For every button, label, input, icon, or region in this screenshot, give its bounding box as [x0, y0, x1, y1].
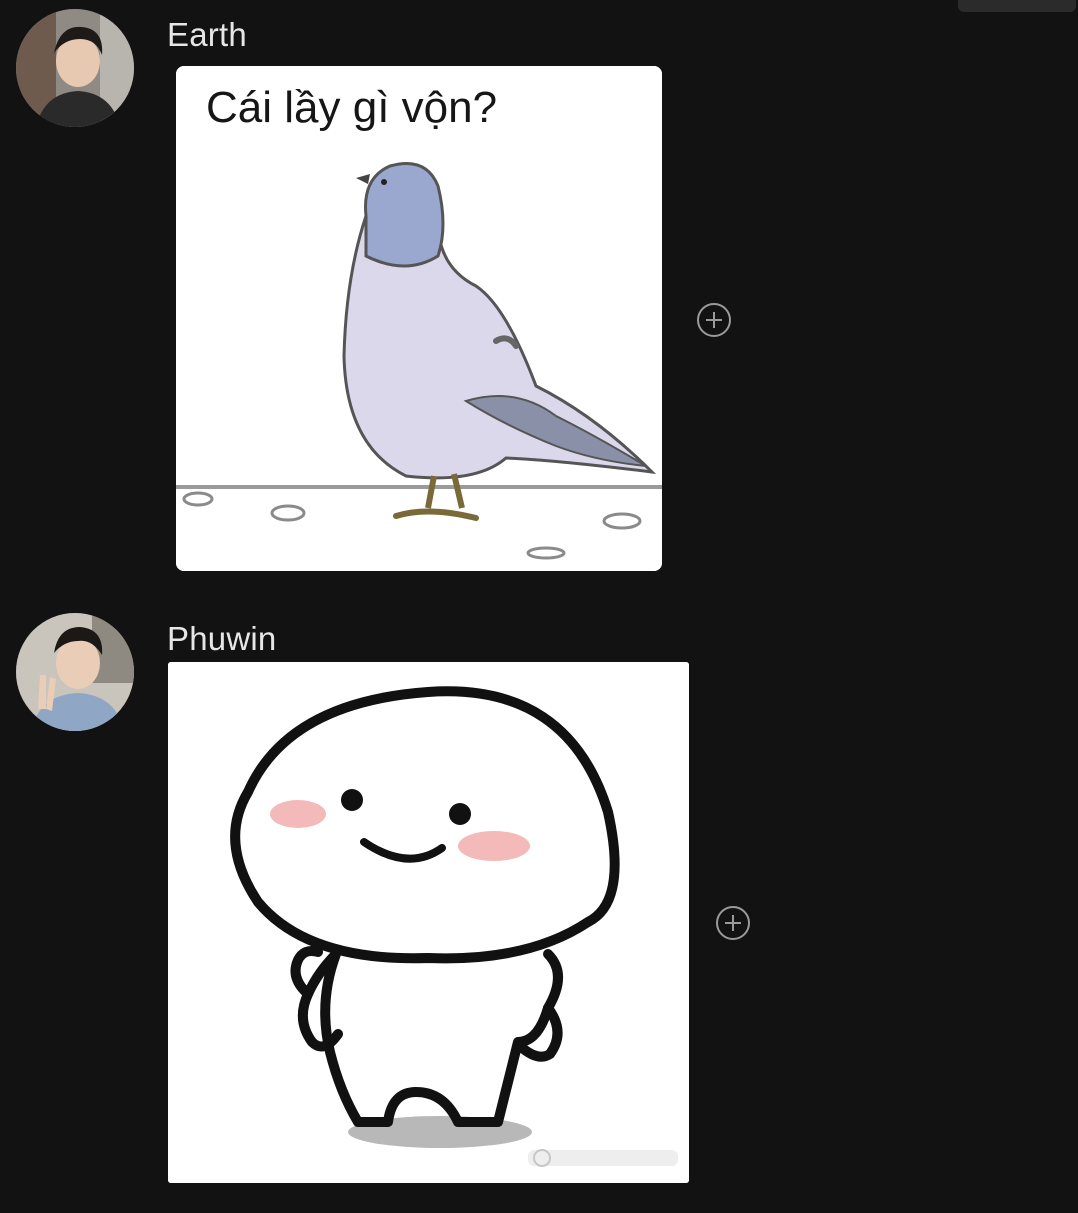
- sticker-image[interactable]: Cái lầy gì vộn?: [176, 66, 662, 571]
- avatar-photo-icon: [16, 9, 134, 127]
- sticker-caption: Cái lầy gì vộn?: [206, 83, 497, 132]
- sender-name: Earth: [167, 16, 247, 53]
- sticker-image[interactable]: [168, 662, 689, 1183]
- sender-name: Phuwin: [167, 620, 277, 657]
- add-reaction-icon[interactable]: [697, 303, 731, 337]
- sender-avatar[interactable]: [16, 9, 134, 127]
- add-reaction-icon[interactable]: [716, 906, 750, 940]
- sender-avatar[interactable]: [16, 613, 134, 731]
- pigeon-sticker-icon: Cái lầy gì vộn?: [176, 66, 662, 571]
- top-overflow-chip: [958, 0, 1076, 12]
- avatar-photo-icon: [16, 613, 134, 731]
- blob-character-sticker-icon: [168, 662, 689, 1183]
